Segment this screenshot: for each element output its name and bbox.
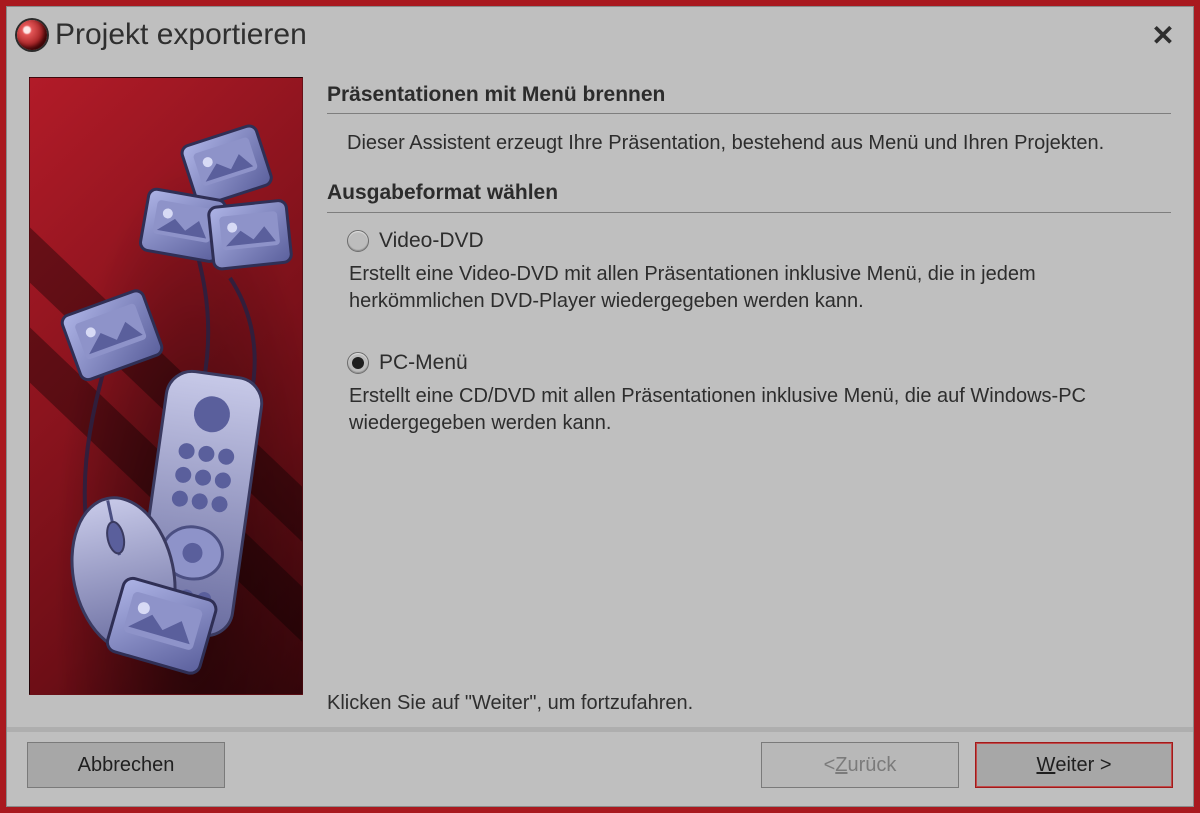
button-rest: urück bbox=[848, 754, 897, 777]
option-video-dvd[interactable]: Video-DVD Erstellt eine Video-DVD mit al… bbox=[347, 227, 1127, 329]
button-mnemonic: Z bbox=[835, 754, 847, 777]
button-rest: eiter > bbox=[1055, 754, 1111, 777]
option-label: Video-DVD bbox=[379, 227, 484, 255]
wizard-main: Präsentationen mit Menü brennen Dieser A… bbox=[327, 77, 1171, 719]
radio-video-dvd[interactable] bbox=[347, 230, 369, 252]
button-label: Abbrechen bbox=[78, 754, 175, 777]
section-heading-format: Ausgabeformat wählen bbox=[327, 179, 1171, 212]
option-pc-menu[interactable]: PC-Menü Erstellt eine CD/DVD mit allen P… bbox=[347, 349, 1127, 451]
titlebar: Projekt exportieren ✕ bbox=[7, 7, 1193, 59]
option-desc: Erstellt eine CD/DVD mit allen Präsentat… bbox=[349, 383, 1127, 437]
option-label: PC-Menü bbox=[379, 349, 468, 377]
dialog: Projekt exportieren ✕ bbox=[6, 6, 1194, 807]
section-heading-burn: Präsentationen mit Menü brennen bbox=[327, 81, 1171, 114]
content-area: Präsentationen mit Menü brennen Dieser A… bbox=[7, 59, 1193, 727]
button-row: Abbrechen < Zurück Weiter > bbox=[7, 727, 1193, 806]
radio-pc-menu[interactable] bbox=[347, 352, 369, 374]
dialog-title: Projekt exportieren bbox=[55, 18, 1145, 52]
back-button: < Zurück bbox=[761, 742, 959, 788]
button-prefix: < bbox=[824, 754, 836, 777]
continue-hint: Klicken Sie auf "Weiter", um fortzufahre… bbox=[327, 690, 1171, 717]
window-frame: Projekt exportieren ✕ bbox=[0, 0, 1200, 813]
close-button[interactable]: ✕ bbox=[1145, 19, 1181, 52]
intro-text: Dieser Assistent erzeugt Ihre Präsentati… bbox=[347, 130, 1127, 157]
next-button[interactable]: Weiter > bbox=[975, 742, 1173, 788]
app-icon bbox=[17, 20, 47, 50]
photo-stack-icon bbox=[139, 124, 292, 270]
illustration-svg bbox=[30, 78, 302, 694]
cancel-button[interactable]: Abbrechen bbox=[27, 742, 225, 788]
button-mnemonic: W bbox=[1036, 754, 1055, 777]
wizard-illustration bbox=[29, 77, 303, 695]
option-desc: Erstellt eine Video-DVD mit allen Präsen… bbox=[349, 261, 1127, 315]
